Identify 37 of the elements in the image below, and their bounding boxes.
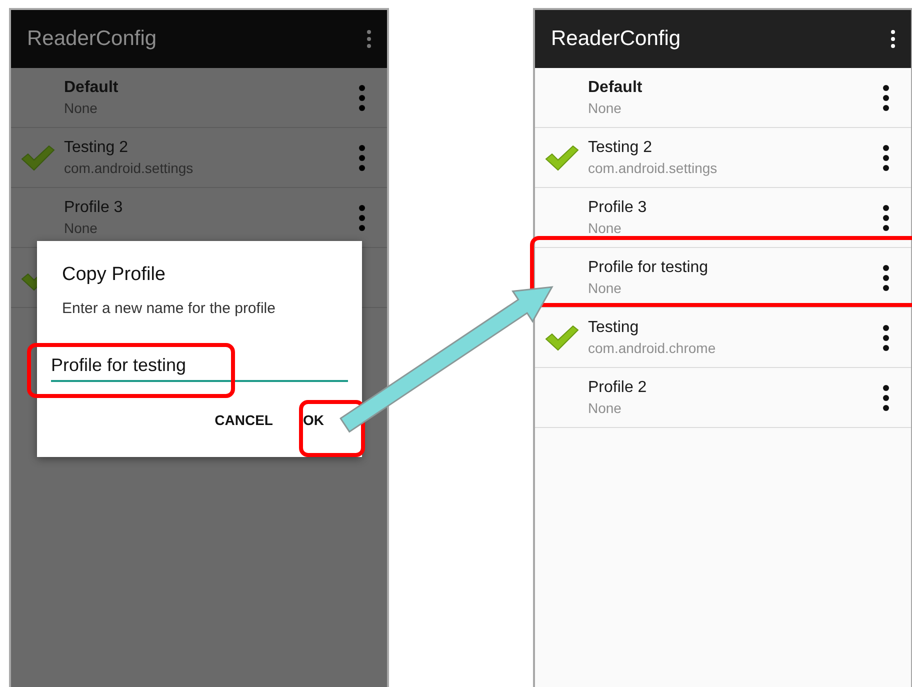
profile-name: Testing 2 xyxy=(64,139,130,157)
profile-name: Testing xyxy=(588,319,640,337)
more-options-icon[interactable] xyxy=(883,204,889,230)
dialog-button[interactable]: CANCEL xyxy=(212,408,275,432)
profile-app: None xyxy=(588,400,622,416)
more-options-icon[interactable] xyxy=(883,84,889,110)
profile-app: com.android.settings xyxy=(64,160,194,176)
dialog-button[interactable]: OK xyxy=(301,408,326,432)
profile-name: Profile 3 xyxy=(588,199,648,217)
profile-row[interactable]: Testing 2 com.android.settings xyxy=(535,128,911,188)
profile-name: Testing 2 xyxy=(588,139,654,157)
profile-name: Default xyxy=(64,79,120,97)
profile-row[interactable]: Default None xyxy=(535,68,911,128)
profile-app: None xyxy=(588,220,622,236)
profile-name: Profile 3 xyxy=(64,199,124,217)
profile-row[interactable]: Testing com.android.chrome xyxy=(535,308,911,368)
profile-name: Default xyxy=(588,79,644,97)
more-options-icon[interactable] xyxy=(883,144,889,170)
profile-app: com.android.chrome xyxy=(588,340,717,356)
profile-app: None xyxy=(588,100,622,116)
profile-app: None xyxy=(588,280,622,296)
profile-row[interactable]: Profile 3 None xyxy=(535,188,911,248)
dialog-title: Copy Profile xyxy=(62,264,166,286)
profile-app: None xyxy=(64,100,98,116)
profile-name: Profile for testing xyxy=(588,259,710,277)
more-options-icon[interactable] xyxy=(883,384,889,410)
more-options-icon[interactable] xyxy=(883,264,889,290)
more-options-icon[interactable] xyxy=(891,30,895,48)
app-title: ReaderConfig xyxy=(27,27,157,51)
more-options-icon[interactable] xyxy=(883,324,889,350)
dialog-message: Enter a new name for the profile xyxy=(62,300,276,317)
profile-app: None xyxy=(64,220,98,236)
profile-name: Profile 2 xyxy=(588,379,648,397)
app-title: ReaderConfig xyxy=(551,27,681,51)
name-input-field[interactable]: Profile for testing xyxy=(51,355,348,382)
profile-row[interactable]: Profile 2 None xyxy=(535,368,911,428)
profile-app: com.android.settings xyxy=(588,160,718,176)
